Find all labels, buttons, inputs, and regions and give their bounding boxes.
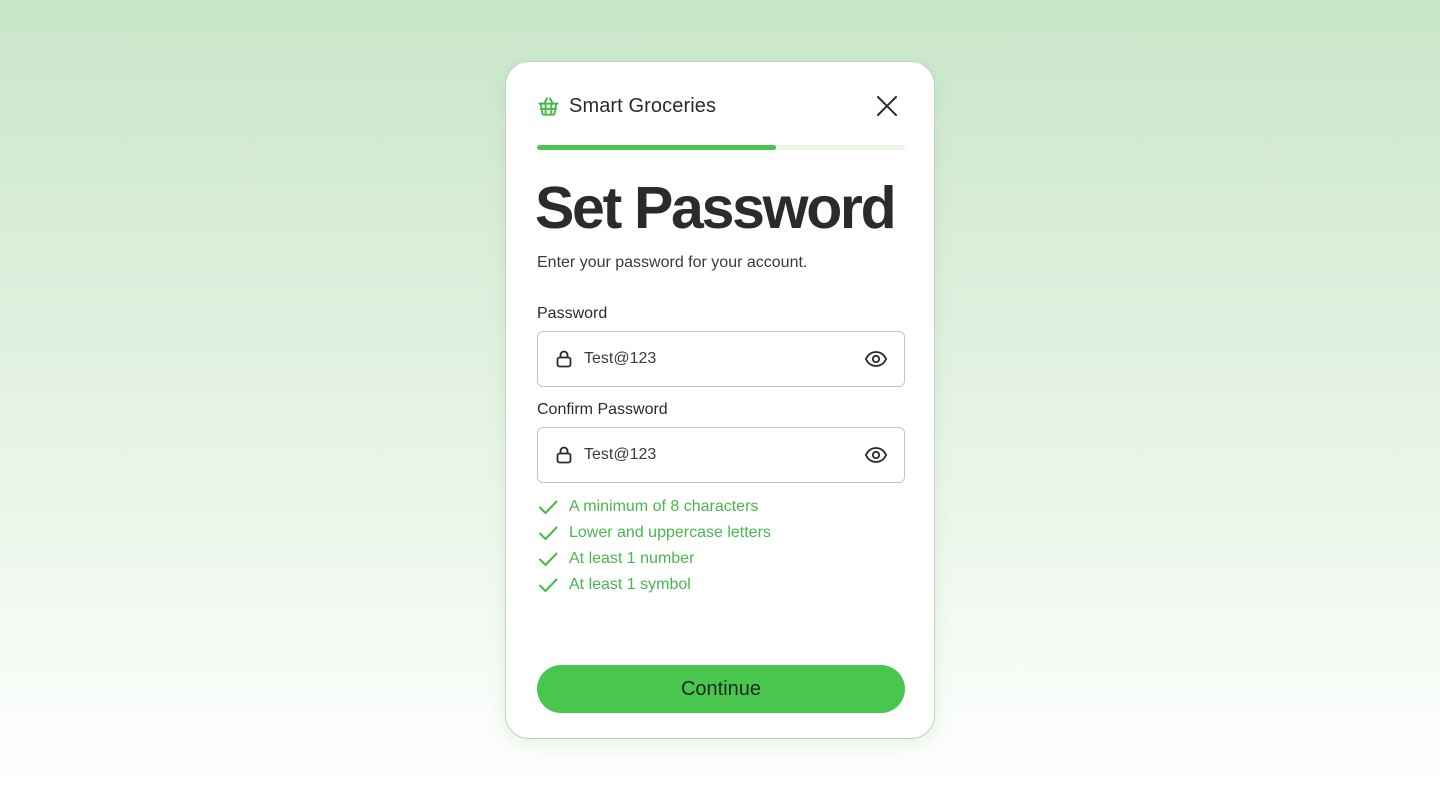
- password-label: Password: [537, 305, 608, 322]
- confirm-password-input[interactable]: [584, 446, 864, 464]
- requirement-item: Lower and uppercase letters: [537, 520, 771, 546]
- lock-icon: [554, 445, 574, 465]
- check-icon: [537, 496, 559, 518]
- requirement-label: At least 1 number: [569, 550, 695, 567]
- check-icon: [537, 548, 559, 570]
- eye-icon[interactable]: [864, 347, 888, 371]
- password-requirements: A minimum of 8 characters Lower and uppe…: [537, 494, 771, 598]
- page-subtitle: Enter your password for your account.: [537, 254, 808, 271]
- requirement-item: At least 1 number: [537, 546, 771, 572]
- page-title: Set Password: [535, 175, 897, 241]
- continue-button[interactable]: Continue: [537, 665, 905, 713]
- password-input[interactable]: [584, 350, 864, 368]
- card-header: Smart Groceries: [537, 91, 905, 121]
- progress-fill: [537, 145, 777, 150]
- requirement-item: At least 1 symbol: [537, 572, 771, 598]
- check-icon: [537, 522, 559, 544]
- close-button[interactable]: [874, 93, 900, 119]
- requirement-label: Lower and uppercase letters: [569, 524, 771, 541]
- progress-bar: [537, 145, 905, 150]
- requirement-label: At least 1 symbol: [569, 576, 691, 593]
- brand-name: Smart Groceries: [569, 94, 717, 117]
- requirement-label: A minimum of 8 characters: [569, 498, 759, 515]
- brand: Smart Groceries: [537, 95, 716, 118]
- confirm-password-field[interactable]: [537, 427, 905, 483]
- eye-icon[interactable]: [864, 443, 888, 467]
- password-field[interactable]: [537, 331, 905, 387]
- requirement-item: A minimum of 8 characters: [537, 494, 771, 520]
- lock-icon: [554, 349, 574, 369]
- confirm-password-label: Confirm Password: [537, 401, 668, 418]
- set-password-card: Smart Groceries Set Password Enter your …: [505, 61, 935, 739]
- check-icon: [537, 574, 559, 596]
- basket-icon: [537, 95, 560, 118]
- close-icon: [877, 96, 897, 116]
